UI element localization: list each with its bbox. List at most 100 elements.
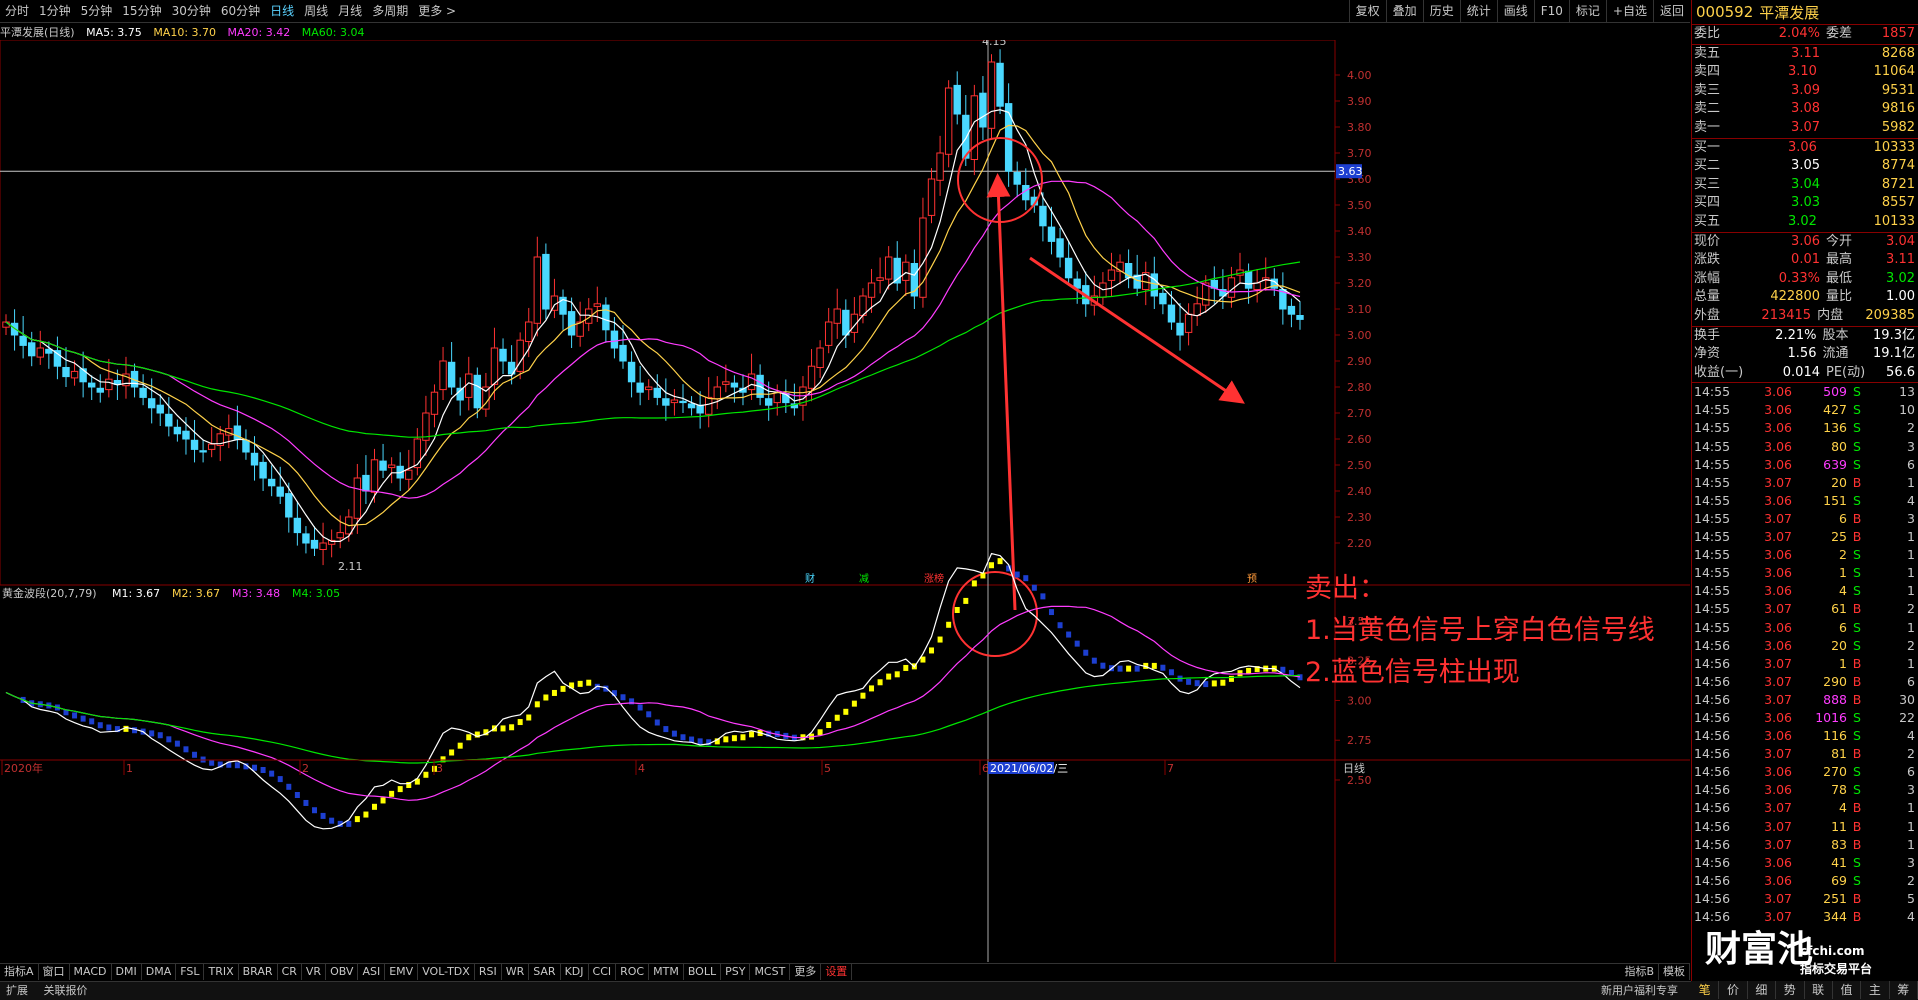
toolbar-button-6[interactable]: 标记 xyxy=(1568,0,1606,22)
indicator-tab-3[interactable]: DMI xyxy=(112,964,142,980)
indicator-tab-21[interactable]: BOLL xyxy=(684,964,722,980)
period-tab-2[interactable]: 5分钟 xyxy=(76,0,118,22)
period-tab-6[interactable]: 日线 xyxy=(265,0,299,22)
sell-level-row-cell xyxy=(1820,119,1878,138)
indicator-tab-5[interactable]: FSL xyxy=(176,964,205,980)
event-marker[interactable]: 减 xyxy=(859,573,869,585)
indicator-tab-10[interactable]: OBV xyxy=(326,964,359,980)
candle-body xyxy=(713,386,721,400)
indicator-tab-1[interactable]: 窗口 xyxy=(39,964,70,980)
price-tick-label: 4.00 xyxy=(1347,69,1372,82)
event-marker[interactable]: 预 xyxy=(1247,573,1257,585)
stat-row-2-cell: 换手 xyxy=(1694,327,1721,343)
candle-body xyxy=(533,256,542,324)
indicator-tab-17[interactable]: KDJ xyxy=(561,964,589,980)
trade-tick-row: 14:55 3.06 2 S 1 xyxy=(1692,546,1918,564)
indicator-right-1[interactable]: 模板 xyxy=(1659,964,1690,980)
period-tab-4[interactable]: 30分钟 xyxy=(167,0,216,22)
indicator-tab-9[interactable]: VR xyxy=(302,964,327,980)
signal-bar xyxy=(1014,571,1020,578)
candle-body xyxy=(1150,273,1159,297)
current-price-text: 3.63 xyxy=(1338,165,1363,178)
event-marker[interactable]: 财 xyxy=(805,572,815,585)
trade-tick-row: 14:55 3.07 61 B 2 xyxy=(1692,600,1918,618)
brand-watermark: 财富池 cfchi.com 指标交易平台 xyxy=(1705,920,1872,977)
toolbar-button-7[interactable]: +自选 xyxy=(1605,0,1653,22)
indicator-tab-4[interactable]: DMA xyxy=(142,964,177,980)
period-tab-1[interactable]: 1分钟 xyxy=(34,0,76,22)
indicator-tab-8[interactable]: CR xyxy=(278,964,302,980)
indicator-tick-label: 3.00 xyxy=(1347,694,1372,707)
kline-chart[interactable]: 4.003.903.803.703.603.503.403.303.203.10… xyxy=(0,40,1690,962)
candle-body xyxy=(996,62,1004,107)
side-tab-3[interactable]: 势 xyxy=(1776,981,1805,999)
buy-level-row-cell: 买三 xyxy=(1694,176,1721,192)
side-tab-0[interactable]: 笔 xyxy=(1691,981,1720,999)
indicator-tab-11[interactable]: ASI xyxy=(358,964,386,980)
tick-side: B xyxy=(1852,529,1862,545)
event-marker[interactable]: 涨榜 xyxy=(924,572,944,585)
indicator-tab-6[interactable]: TRIX xyxy=(204,964,239,980)
toolbar-button-5[interactable]: F10 xyxy=(1533,0,1569,22)
toolbar-button-8[interactable]: 返回 xyxy=(1652,0,1690,22)
indicator-tab-14[interactable]: RSI xyxy=(475,964,502,980)
tick-time: 14:56 xyxy=(1694,782,1731,798)
indicator-tab-7[interactable]: BRAR xyxy=(239,964,278,980)
side-tab-6[interactable]: 主 xyxy=(1861,981,1890,999)
side-tab-2[interactable]: 细 xyxy=(1748,981,1777,999)
stat-row-cell: 3.04 xyxy=(1886,233,1915,249)
side-tab-1[interactable]: 价 xyxy=(1719,981,1748,999)
period-tab-10[interactable]: 更多 > xyxy=(413,0,461,22)
indicator-tab-20[interactable]: MTM xyxy=(649,964,684,980)
price-tick-label: 3.50 xyxy=(1347,199,1372,212)
candle-body xyxy=(670,399,679,404)
sell-level-row-cell: 卖四 xyxy=(1694,64,1721,80)
indicator-right-0[interactable]: 指标B xyxy=(1620,964,1659,980)
period-tab-5[interactable]: 60分钟 xyxy=(216,0,265,22)
signal-bar xyxy=(183,746,189,753)
order-ratio-row-cell: 委比 xyxy=(1694,26,1721,41)
period-tab-3[interactable]: 15分钟 xyxy=(117,0,166,22)
indicator-tab-15[interactable]: WR xyxy=(502,964,530,980)
indicator-tab-2[interactable]: MACD xyxy=(70,964,112,980)
side-tab-4[interactable]: 联 xyxy=(1805,981,1833,999)
indicator-tab-23[interactable]: MCST xyxy=(750,964,791,980)
indicator-tab-22[interactable]: PSY xyxy=(721,964,751,980)
period-tab-7[interactable]: 周线 xyxy=(299,0,333,22)
candle-body xyxy=(730,382,739,388)
ma60-value: MA60: 3.04 xyxy=(301,26,365,39)
tick-time: 14:56 xyxy=(1694,854,1731,870)
toolbar-button-2[interactable]: 历史 xyxy=(1422,0,1460,22)
side-tab-7[interactable]: 筹 xyxy=(1890,981,1918,999)
period-tab-8[interactable]: 月线 xyxy=(333,0,367,22)
indicator-tab-16[interactable]: SAR xyxy=(529,964,561,980)
signal-bar xyxy=(843,708,849,715)
trade-tick-row: 14:56 3.06 1016 S 22 xyxy=(1692,709,1918,727)
related-quote-button[interactable]: 关联报价 xyxy=(38,984,94,997)
indicator-tab-13[interactable]: VOL-TDX xyxy=(418,964,475,980)
toolbar-button-3[interactable]: 统计 xyxy=(1459,0,1497,22)
toolbar-button-0[interactable]: 复权 xyxy=(1348,0,1386,22)
promo-link[interactable]: 新用户福利专享 xyxy=(1595,982,1684,1000)
indicator-tab-18[interactable]: CCI xyxy=(589,964,617,980)
indicator-tab-0[interactable]: 指标A xyxy=(0,964,39,980)
side-tab-5[interactable]: 值 xyxy=(1833,981,1862,999)
period-tab-0[interactable]: 分时 xyxy=(0,0,34,22)
candle-body xyxy=(1287,305,1296,315)
candles xyxy=(2,49,1304,566)
candle-body xyxy=(1167,304,1176,323)
indicator-tab-12[interactable]: EMV xyxy=(385,964,419,980)
expand-button[interactable]: 扩展 xyxy=(0,984,34,997)
price-tick-label: 2.30 xyxy=(1347,511,1372,524)
candle-body xyxy=(705,396,713,415)
indicator-tab-25[interactable]: 设置 xyxy=(821,964,853,980)
indicator-tab-24[interactable]: 更多 xyxy=(790,964,822,980)
indicator-tab-19[interactable]: ROC xyxy=(616,964,650,980)
toolbar-button-4[interactable]: 画线 xyxy=(1496,0,1534,22)
tick-volume: 1 xyxy=(1839,655,1847,671)
signal-bar xyxy=(663,726,669,733)
toolbar-button-1[interactable]: 叠加 xyxy=(1385,0,1423,22)
candle-body xyxy=(362,474,370,492)
period-tab-9[interactable]: 多周期 xyxy=(367,0,413,22)
stat-row-cell: 现价 xyxy=(1694,233,1721,249)
